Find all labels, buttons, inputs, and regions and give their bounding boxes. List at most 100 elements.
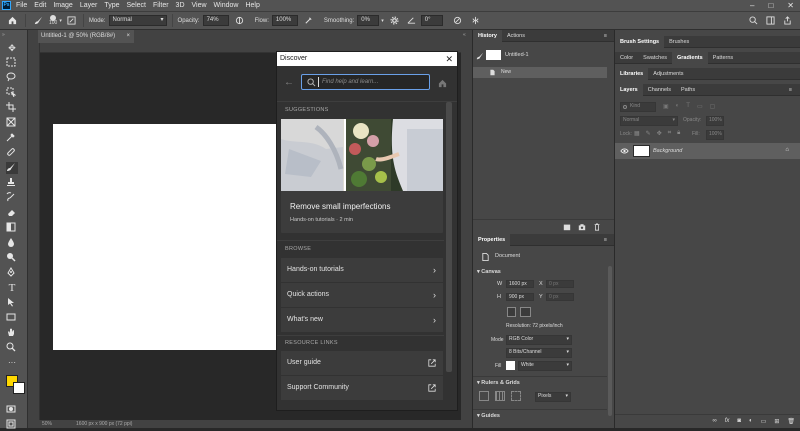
pressure-opacity-icon[interactable] bbox=[233, 16, 247, 25]
home-icon[interactable] bbox=[4, 16, 20, 25]
tab-libraries[interactable]: Libraries bbox=[615, 68, 649, 80]
share-icon[interactable] bbox=[783, 16, 792, 25]
eye-icon[interactable] bbox=[620, 147, 629, 155]
panel-menu-icon[interactable]: ≡ bbox=[599, 30, 612, 42]
dodge-tool-icon[interactable] bbox=[6, 252, 18, 264]
close-icon[interactable]: ✕ bbox=[445, 52, 453, 66]
y-field[interactable]: 0 px bbox=[546, 293, 574, 301]
rulers-icon[interactable] bbox=[479, 391, 489, 401]
marquee-tool-icon[interactable] bbox=[6, 57, 18, 69]
close-window-icon[interactable]: ✕ bbox=[787, 1, 794, 10]
zoom-level[interactable]: 50% bbox=[42, 421, 52, 427]
tab-paths[interactable]: Paths bbox=[676, 84, 700, 96]
brush-tool-icon[interactable] bbox=[31, 16, 45, 25]
search-icon[interactable] bbox=[749, 16, 758, 25]
tab-swatches[interactable]: Swatches bbox=[638, 52, 672, 64]
new-group-icon[interactable]: ▭ bbox=[761, 418, 767, 428]
tab-patterns[interactable]: Patterns bbox=[708, 52, 738, 64]
lasso-tool-icon[interactable] bbox=[6, 72, 18, 84]
path-selection-tool-icon[interactable] bbox=[6, 297, 18, 309]
history-brush-tool-icon[interactable] bbox=[6, 192, 18, 204]
smoothing-field[interactable]: 0% bbox=[357, 15, 380, 26]
clone-stamp-tool-icon[interactable] bbox=[6, 177, 18, 189]
pen-tool-icon[interactable] bbox=[6, 267, 18, 279]
rectangle-tool-icon[interactable] bbox=[6, 312, 18, 324]
guides-icon[interactable] bbox=[511, 391, 521, 401]
tab-layers[interactable]: Layers bbox=[615, 84, 643, 96]
blur-tool-icon[interactable] bbox=[6, 237, 18, 249]
type-tool-icon[interactable]: T bbox=[6, 282, 18, 294]
tab-color[interactable]: Color bbox=[615, 52, 638, 64]
add-mask-icon[interactable]: ◙ bbox=[737, 418, 741, 428]
opacity-field[interactable]: 74% bbox=[202, 15, 229, 26]
menu-select[interactable]: Select bbox=[127, 2, 146, 9]
symmetry-icon[interactable] bbox=[469, 16, 483, 25]
x-field[interactable]: 0 px bbox=[546, 280, 574, 288]
grid-icon[interactable] bbox=[495, 391, 505, 401]
panel-menu-icon[interactable]: ≡ bbox=[784, 84, 797, 96]
adjustment-filter-icon[interactable]: ◐ bbox=[676, 103, 680, 110]
move-tool-icon[interactable]: ✥ bbox=[6, 42, 18, 54]
discover-search-input[interactable]: Find help and learn... bbox=[301, 74, 430, 90]
close-tab-icon[interactable]: × bbox=[126, 30, 130, 43]
trash-icon[interactable]: 🗑︎ bbox=[787, 418, 795, 428]
home-icon[interactable] bbox=[438, 79, 447, 88]
link-layers-icon[interactable]: ∞ bbox=[712, 418, 716, 428]
new-document-from-state-icon[interactable] bbox=[563, 223, 571, 231]
fill-select[interactable]: White ▾ bbox=[518, 361, 572, 371]
document-tab[interactable]: Untitled-1 @ 50% (RGB/8#) × bbox=[38, 30, 134, 43]
frame-tool-icon[interactable] bbox=[6, 117, 18, 129]
menu-3d[interactable]: 3D bbox=[176, 2, 185, 9]
layer-filter-kind-select[interactable]: Kind bbox=[620, 102, 656, 112]
tab-channels[interactable]: Channels bbox=[643, 84, 676, 96]
height-field[interactable]: 900 px bbox=[506, 293, 534, 301]
brush-settings-toggle-icon[interactable] bbox=[66, 16, 78, 25]
healing-brush-tool-icon[interactable] bbox=[6, 147, 18, 159]
browse-item-whats-new[interactable]: What's new › bbox=[281, 308, 443, 332]
bit-depth-select[interactable]: 8 Bits/Channel ▾ bbox=[506, 348, 572, 358]
pressure-size-icon[interactable] bbox=[451, 16, 465, 25]
object-selection-tool-icon[interactable] bbox=[6, 87, 18, 99]
landscape-orientation-icon[interactable] bbox=[520, 307, 531, 317]
quick-mask-icon[interactable] bbox=[6, 404, 18, 416]
resource-user-guide[interactable]: User guide bbox=[281, 351, 443, 375]
tab-history[interactable]: History bbox=[473, 30, 502, 42]
menu-type[interactable]: Type bbox=[104, 2, 119, 9]
hand-tool-icon[interactable] bbox=[6, 327, 18, 339]
trash-icon[interactable] bbox=[593, 223, 601, 231]
rulers-grids-section-heading[interactable]: ▾ Rulers & Grids bbox=[477, 380, 520, 386]
zoom-tool-icon[interactable] bbox=[6, 342, 18, 354]
tab-actions[interactable]: Actions bbox=[502, 30, 530, 42]
gradient-tool-icon[interactable] bbox=[6, 222, 18, 234]
lock-transparent-icon[interactable]: ▦ bbox=[634, 130, 640, 137]
guides-section-heading[interactable]: ▾ Guides bbox=[477, 413, 500, 419]
crop-tool-icon[interactable] bbox=[6, 102, 18, 114]
suggestion-card[interactable]: Remove small imperfections Hands-on tuto… bbox=[281, 119, 443, 233]
chevron-down-icon[interactable]: ▾ bbox=[381, 18, 384, 24]
lock-position-icon[interactable]: ✥ bbox=[657, 130, 662, 137]
eyedropper-tool-icon[interactable] bbox=[6, 132, 18, 144]
layer-opacity-field[interactable]: 100% bbox=[706, 116, 724, 126]
document-canvas[interactable] bbox=[53, 124, 276, 350]
tab-properties[interactable]: Properties bbox=[473, 234, 511, 246]
flow-field[interactable]: 100% bbox=[271, 15, 298, 26]
type-filter-icon[interactable]: T bbox=[686, 103, 690, 110]
mode-select[interactable]: Normal ▾ bbox=[108, 15, 167, 26]
portrait-orientation-icon[interactable] bbox=[507, 307, 516, 317]
pixel-filter-icon[interactable]: ▣ bbox=[663, 103, 669, 110]
browse-item-hands-on-tutorials[interactable]: Hands-on tutorials › bbox=[281, 258, 443, 282]
canvas-section-heading[interactable]: ▾ Canvas bbox=[477, 269, 501, 275]
menu-layer[interactable]: Layer bbox=[80, 2, 98, 9]
history-snapshot-row[interactable]: Untitled-1 bbox=[473, 43, 615, 67]
tab-brush-settings[interactable]: Brush Settings bbox=[615, 36, 665, 48]
lock-artboard-icon[interactable]: ⌗ bbox=[668, 130, 671, 137]
fill-swatch[interactable] bbox=[506, 361, 515, 370]
layer-style-icon[interactable]: fx bbox=[725, 418, 730, 428]
brush-preset-picker[interactable]: 100 bbox=[49, 15, 57, 26]
menu-file[interactable]: File bbox=[16, 2, 27, 9]
menu-image[interactable]: Image bbox=[53, 2, 72, 9]
background-color-swatch[interactable] bbox=[13, 382, 25, 394]
panel-menu-icon[interactable]: ≡ bbox=[599, 234, 612, 246]
tab-adjustments[interactable]: Adjustments bbox=[648, 68, 688, 80]
camera-icon[interactable] bbox=[578, 223, 586, 231]
